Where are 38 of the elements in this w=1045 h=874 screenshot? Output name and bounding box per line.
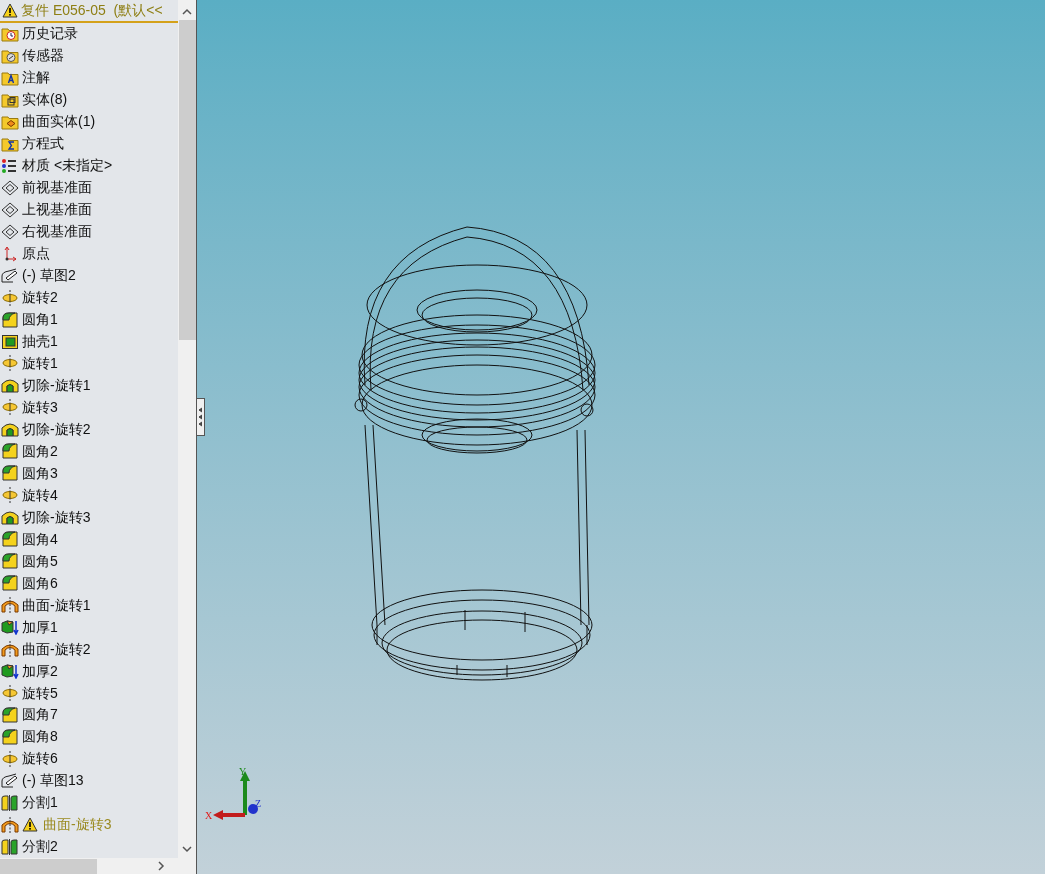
tree-item[interactable]: 传感器: [0, 44, 178, 67]
tree-item[interactable]: (-) 草图13: [0, 769, 178, 792]
tree-item[interactable]: 材质 <未指定>: [0, 154, 178, 177]
tree-item[interactable]: 切除-旋转2: [0, 418, 178, 441]
tree-item[interactable]: 前视基准面: [0, 176, 178, 199]
tree-item[interactable]: 注解: [0, 66, 178, 89]
tree-item[interactable]: 切除-旋转1: [0, 374, 178, 397]
tree-item[interactable]: 圆角3: [0, 462, 178, 485]
tree-item[interactable]: 旋转1: [0, 352, 178, 375]
tree-item[interactable]: 曲面-旋转1: [0, 594, 178, 617]
tree-item[interactable]: 圆角5: [0, 550, 178, 573]
tree-item[interactable]: 圆角4: [0, 528, 178, 551]
tree-item[interactable]: 方程式: [0, 132, 178, 155]
tree-item[interactable]: 旋转6: [0, 747, 178, 770]
tree-item[interactable]: 实体(8): [0, 88, 178, 111]
tree-item[interactable]: 圆角1: [0, 308, 178, 331]
part-title: 复件 E056-05 (默认<<: [21, 1, 163, 20]
tree-item[interactable]: 分割2: [0, 835, 178, 858]
tree-item[interactable]: 曲面-旋转2: [0, 638, 178, 661]
tree-item[interactable]: 上视基准面: [0, 198, 178, 221]
tree-item[interactable]: 加厚2: [0, 660, 178, 683]
tree-item[interactable]: 历史记录: [0, 22, 178, 45]
tree-item[interactable]: 切除-旋转3: [0, 506, 178, 529]
tree-item[interactable]: 右视基准面: [0, 220, 178, 243]
tree-item[interactable]: 抽壳1: [0, 330, 178, 353]
tree-item[interactable]: 加厚1: [0, 616, 178, 639]
tree-item[interactable]: 旋转2: [0, 286, 178, 309]
tree-item[interactable]: 原点: [0, 242, 178, 265]
tree-item[interactable]: 分割1: [0, 791, 178, 814]
tree-item[interactable]: 曲面实体(1): [0, 110, 178, 133]
tree-item[interactable]: 旋转3: [0, 396, 178, 419]
tree-item[interactable]: (-) 草图2: [0, 264, 178, 287]
tree-item[interactable]: 旋转4: [0, 484, 178, 507]
tree-item[interactable]: 圆角7: [0, 704, 178, 726]
tree-item[interactable]: 圆角6: [0, 572, 178, 595]
tree-item[interactable]: 旋转5: [0, 682, 178, 704]
tree-item[interactable]: 圆角8: [0, 725, 178, 748]
tree-item[interactable]: 圆角2: [0, 440, 178, 463]
